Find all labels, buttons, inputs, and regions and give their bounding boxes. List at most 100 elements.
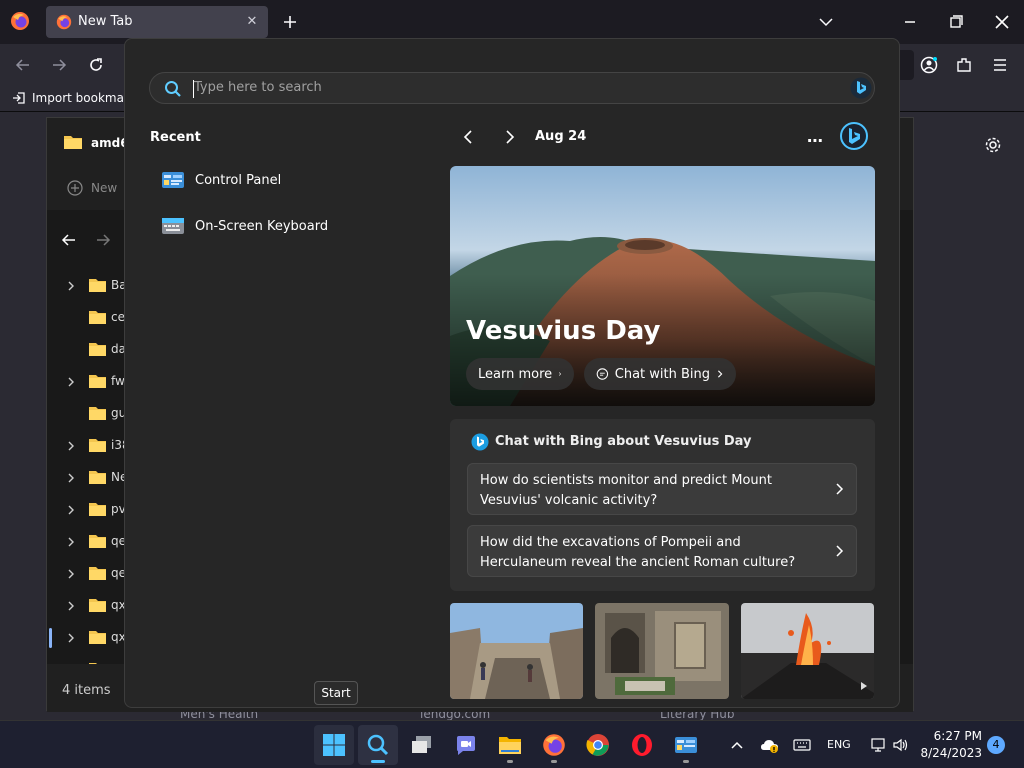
thumbnail-pompeii-street[interactable] (450, 603, 583, 699)
chevron-right-icon (718, 370, 723, 378)
chevron-right-icon[interactable] (501, 129, 517, 145)
tree-item[interactable]: dat (47, 334, 125, 366)
clock-date[interactable]: 8/24/2023 (920, 746, 982, 760)
tree-item-selected[interactable]: qxl (47, 622, 125, 654)
folder-icon (89, 535, 106, 548)
firefox-logo-icon[interactable] (10, 11, 30, 31)
tree-item[interactable]: fw (47, 366, 125, 398)
minimize-icon[interactable] (896, 10, 924, 34)
tree-item-label: qe (111, 566, 125, 580)
tree-item[interactable]: qxl (47, 590, 125, 622)
chat-with-bing-button[interactable]: Chat with Bing (584, 358, 736, 390)
suggested-question-text: How do scientists monitor and predict Mo… (480, 473, 772, 508)
learn-more-button[interactable]: Learn more (466, 358, 574, 390)
chevron-left-icon[interactable] (461, 129, 477, 145)
bing-icon (471, 433, 489, 451)
forward-arrow-icon[interactable] (50, 56, 68, 74)
file-explorer-button[interactable] (490, 725, 530, 765)
recent-item-control-panel[interactable]: Control Panel (161, 163, 381, 197)
chevron-right-icon[interactable] (858, 679, 870, 693)
network-icon[interactable] (870, 737, 886, 753)
forward-arrow-icon[interactable] (95, 232, 111, 248)
taskbar-search-button[interactable] (358, 725, 398, 765)
keyboard-icon[interactable] (793, 738, 811, 752)
search-highlight-card[interactable]: Vesuvius Day Learn more Chat with Bing (450, 166, 875, 406)
thumbnail-herculaneum-ruins[interactable] (595, 603, 729, 699)
gear-icon[interactable] (983, 135, 1003, 155)
clock-time[interactable]: 6:27 PM (926, 729, 982, 743)
extensions-icon[interactable] (955, 56, 973, 74)
tree-item[interactable]: sm (47, 654, 125, 664)
tree-item-label: gu (111, 406, 125, 420)
reload-icon[interactable] (87, 56, 105, 74)
new-button[interactable]: New (67, 180, 117, 196)
bing-chat-icon[interactable] (839, 121, 869, 151)
more-options-icon[interactable]: ⋯ (807, 131, 823, 150)
active-indicator (371, 760, 385, 763)
tree-item-label: qxl (111, 598, 125, 612)
tree-item-label: qe (111, 534, 125, 548)
start-button[interactable] (314, 725, 354, 765)
search-icon (164, 80, 182, 98)
recent-item-label: Control Panel (195, 172, 282, 188)
close-window-icon[interactable] (988, 10, 1016, 34)
tree-item[interactable]: Ne (47, 462, 125, 494)
chevron-down-icon[interactable] (818, 14, 834, 30)
recent-item-on-screen-keyboard[interactable]: On-Screen Keyboard (161, 209, 381, 243)
chevron-right-icon[interactable] (65, 568, 77, 580)
chevron-up-icon[interactable] (730, 739, 744, 751)
folder-icon (89, 631, 106, 644)
back-arrow-icon[interactable] (14, 56, 32, 74)
tree-item[interactable]: i38 (47, 430, 125, 462)
tree-item[interactable]: gu (47, 398, 125, 430)
chevron-right-icon[interactable] (65, 632, 77, 644)
search-placeholder: Type here to search (194, 80, 322, 95)
volume-icon[interactable] (892, 737, 908, 753)
bing-icon[interactable] (850, 77, 872, 99)
suggested-question[interactable]: How did the excavations of Pompeii and H… (467, 525, 857, 577)
hamburger-menu-icon[interactable] (991, 56, 1009, 74)
chevron-right-icon[interactable] (65, 376, 77, 388)
tree-item[interactable]: Bal (47, 270, 125, 302)
search-input[interactable]: Type here to search (149, 72, 875, 104)
control-panel-taskbar-button[interactable] (666, 725, 706, 765)
teams-chat-icon (457, 736, 475, 755)
search-icon (367, 734, 389, 756)
volcano-eruption-image (741, 603, 874, 699)
chevron-right-icon[interactable] (65, 600, 77, 612)
suggested-question[interactable]: How do scientists monitor and predict Mo… (467, 463, 857, 515)
chevron-right-icon[interactable] (65, 504, 77, 516)
notification-badge[interactable]: 4 (987, 736, 1005, 754)
restore-icon[interactable] (942, 10, 970, 34)
folder-icon (89, 343, 106, 356)
folder-icon (499, 737, 521, 754)
control-panel-icon (675, 737, 697, 753)
tree-item[interactable]: qe (47, 526, 125, 558)
folder-icon (63, 134, 83, 150)
task-view-button[interactable] (402, 725, 442, 765)
import-bookmarks-button[interactable]: Import bookmark (12, 91, 136, 105)
tree-item-label: dat (111, 342, 125, 356)
firefox-taskbar-button[interactable] (534, 725, 574, 765)
chevron-right-icon[interactable] (65, 472, 77, 484)
new-tab-icon[interactable] (280, 12, 300, 32)
language-indicator[interactable]: ENG (827, 738, 851, 751)
tab-new-tab[interactable]: New Tab ✕ (46, 6, 268, 38)
opera-taskbar-button[interactable] (622, 725, 662, 765)
tree-item-label: Bal (111, 278, 125, 292)
account-icon[interactable] (920, 56, 938, 74)
chevron-right-icon[interactable] (65, 440, 77, 452)
back-arrow-icon[interactable] (61, 232, 77, 248)
tree-item[interactable]: cer (47, 302, 125, 334)
chevron-right-icon[interactable] (65, 536, 77, 548)
tree-item-label: cer (111, 310, 125, 324)
tree-item[interactable]: qe (47, 558, 125, 590)
close-tab-icon[interactable]: ✕ (244, 14, 260, 30)
tree-item[interactable]: pv (47, 494, 125, 526)
chat-app-button[interactable] (446, 725, 486, 765)
running-indicator (507, 760, 513, 763)
thumbnail-volcano-eruption[interactable] (741, 603, 874, 699)
chrome-taskbar-button[interactable] (578, 725, 618, 765)
onedrive-cloud-icon[interactable] (760, 736, 780, 754)
chevron-right-icon[interactable] (65, 280, 77, 292)
